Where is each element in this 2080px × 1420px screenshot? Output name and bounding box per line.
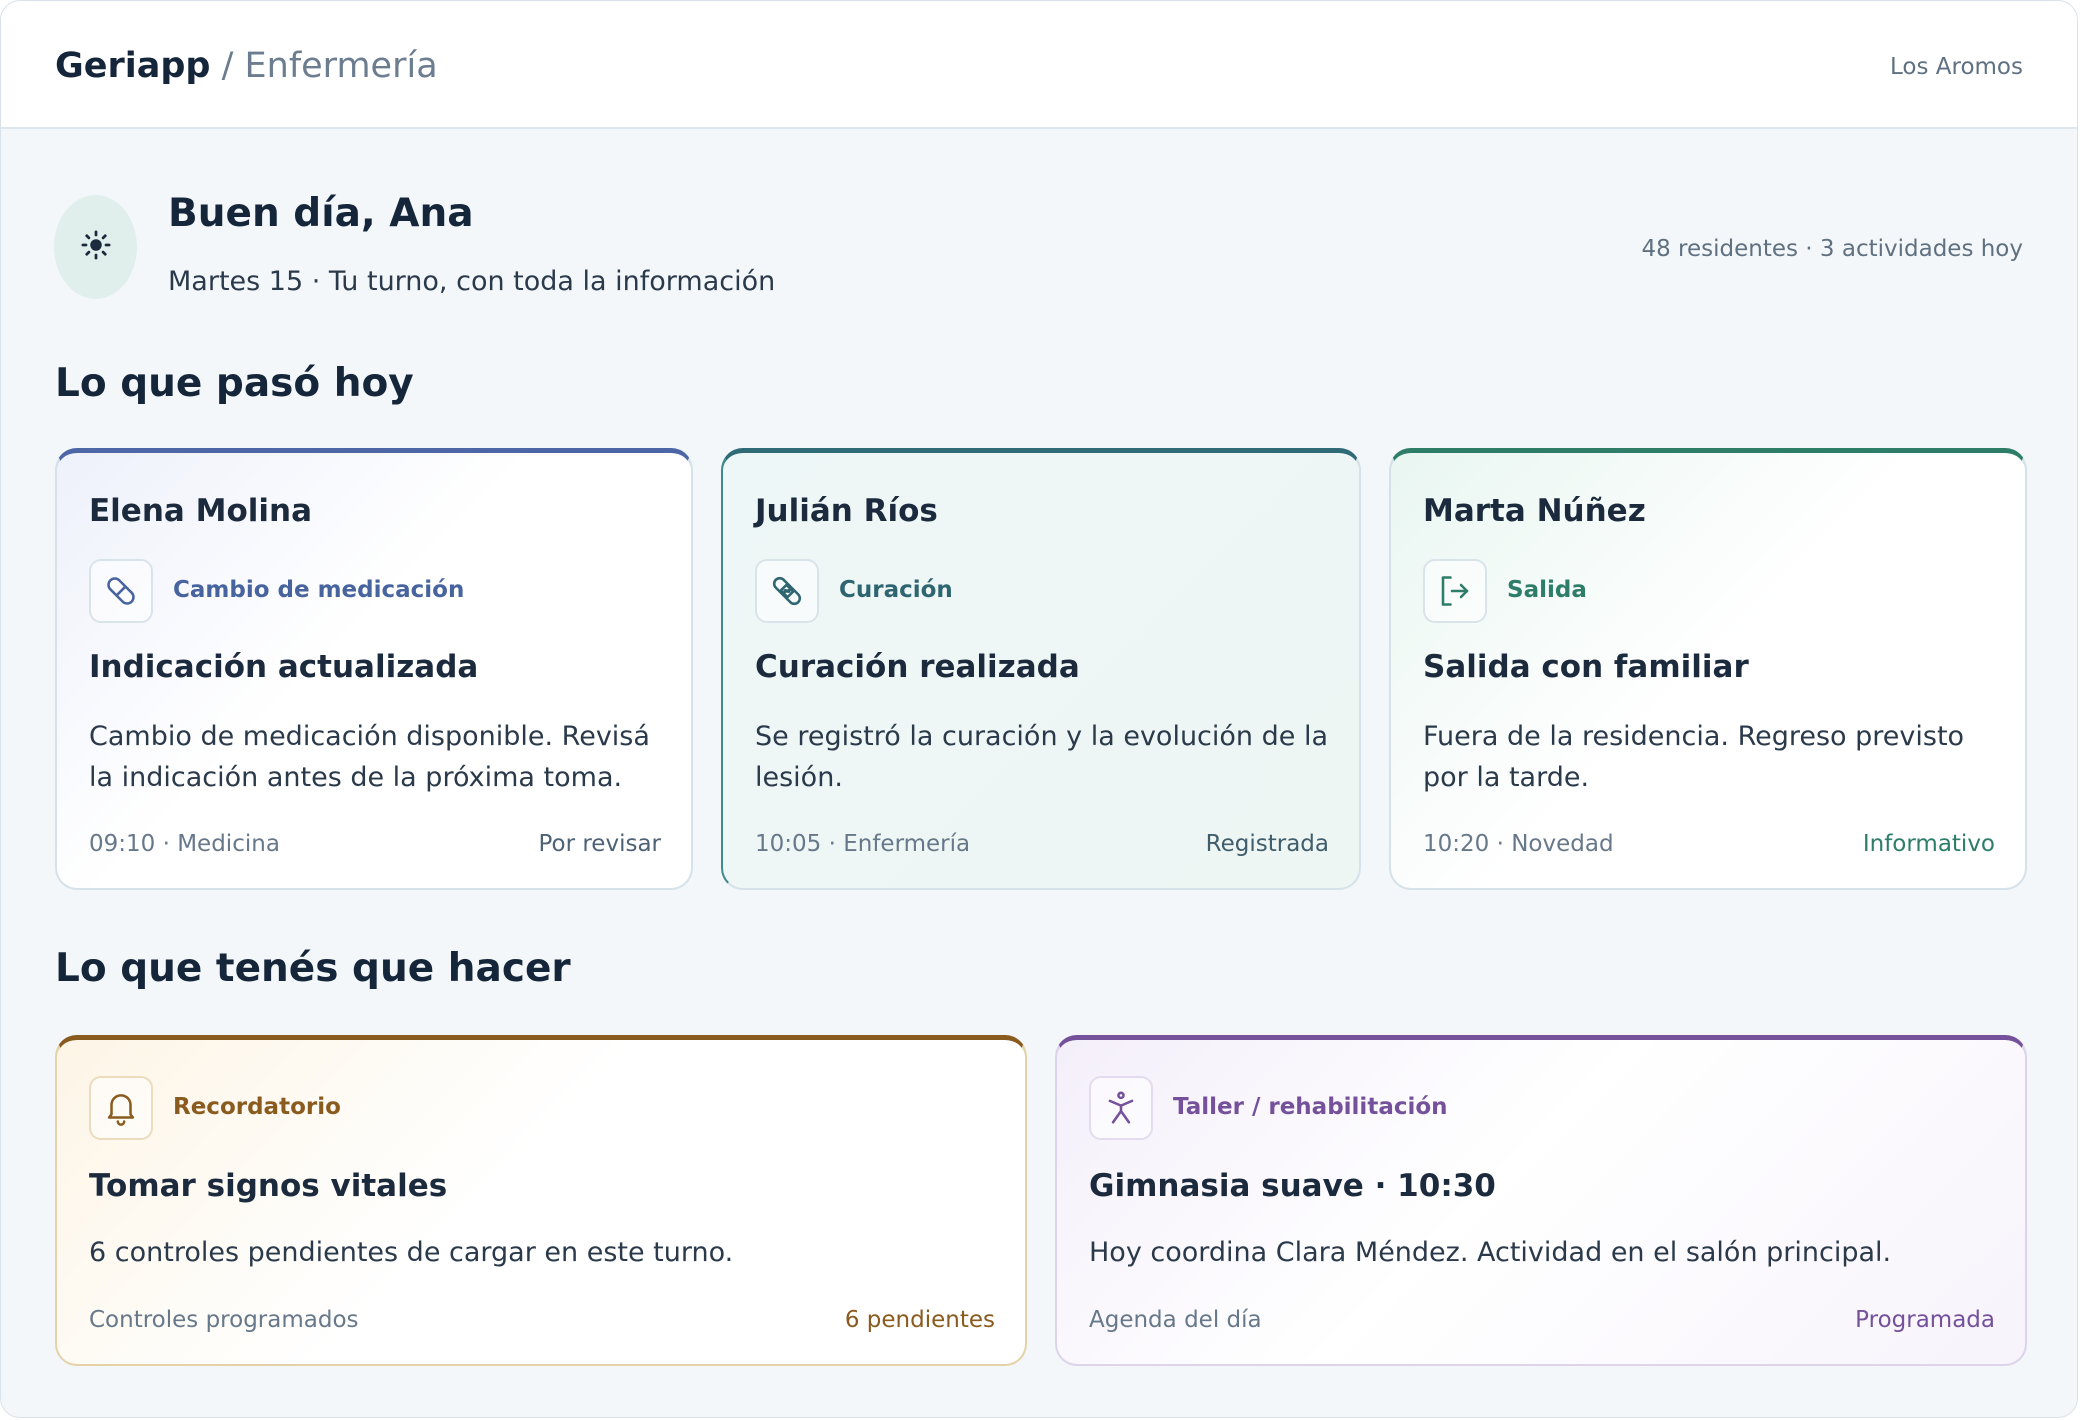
bandage-icon [755,559,819,623]
event-meta: 09:10 · Medicina [89,831,280,857]
greeting-subtitle: Martes 15 · Tu turno, con toda la inform… [168,266,776,297]
event-description: Se registró la curación y la evolución d… [755,721,1328,793]
resident-name: Julián Ríos [755,493,938,529]
exit-icon [1423,559,1487,623]
resident-name: Elena Molina [89,493,312,529]
facility-name[interactable]: Los Aromos [1890,54,2023,80]
greeting-avatar [54,195,137,299]
top-bar: Geriapp / Enfermería Los Aromos [1,1,2077,129]
person-exercise-icon [1089,1076,1153,1140]
event-description: Fuera de la residencia. Regreso previsto… [1423,721,1965,793]
task-description: 6 controles pendientes de cargar en este… [89,1237,734,1268]
event-headline: Indicación actualizada [89,649,479,685]
event-meta: 10:05 · Enfermería [755,831,971,857]
breadcrumb: Geriapp / Enfermería [55,45,438,87]
status-badge: Informativo [1862,831,1995,857]
sun-icon [81,230,111,264]
greeting-title: Buen día, Ana [168,191,474,236]
resident-name: Marta Núñez [1423,493,1646,529]
category-label: Curación [839,577,953,603]
app-window: Geriapp / Enfermería Los Aromos Buen día… [0,0,2078,1418]
category-label: Taller / rehabilitación [1173,1094,1448,1120]
app-name[interactable]: Geriapp [55,46,210,86]
pill-icon [89,559,153,623]
status-badge: Por revisar [538,831,661,857]
event-headline: Curación realizada [755,649,1080,685]
event-card-outing[interactable]: Marta Núñez Salida Salida con familiar F… [1389,448,2027,890]
task-card-workshop[interactable]: Taller / rehabilitación Gimnasia suave ·… [1055,1035,2027,1366]
category-label: Salida [1507,577,1587,603]
category-label: Recordatorio [173,1094,341,1120]
category-label: Cambio de medicación [173,577,465,603]
event-card-wound-care[interactable]: Julián Ríos Curación Curación realizada … [721,448,1361,890]
section-title-todo: Lo que tenés que hacer [55,946,571,991]
task-card-vitals[interactable]: Recordatorio Tomar signos vitales 6 cont… [55,1035,1027,1366]
status-badge: Registrada [1205,831,1329,857]
section-title-today: Lo que pasó hoy [55,361,414,406]
task-headline: Gimnasia suave · 10:30 [1089,1168,1496,1204]
task-description: Hoy coordina Clara Méndez. Actividad en … [1089,1237,1892,1268]
breadcrumb-separator: / [221,46,234,86]
task-headline: Tomar signos vitales [89,1168,448,1204]
event-description: Cambio de medicación disponible. Revisá … [89,721,650,793]
event-card-medication[interactable]: Elena Molina Cambio de medicación Indica… [55,448,693,890]
task-meta: Agenda del día [1089,1307,1262,1333]
event-meta: 10:20 · Novedad [1423,831,1614,857]
event-headline: Salida con familiar [1423,649,1749,685]
summary-stats: 48 residentes · 3 actividades hoy [1641,236,2023,262]
status-badge: Programada [1855,1307,1995,1333]
status-badge: 6 pendientes [844,1307,995,1333]
task-meta: Controles programados [89,1307,359,1333]
breadcrumb-section: Enfermería [244,46,438,86]
bell-icon [89,1076,153,1140]
